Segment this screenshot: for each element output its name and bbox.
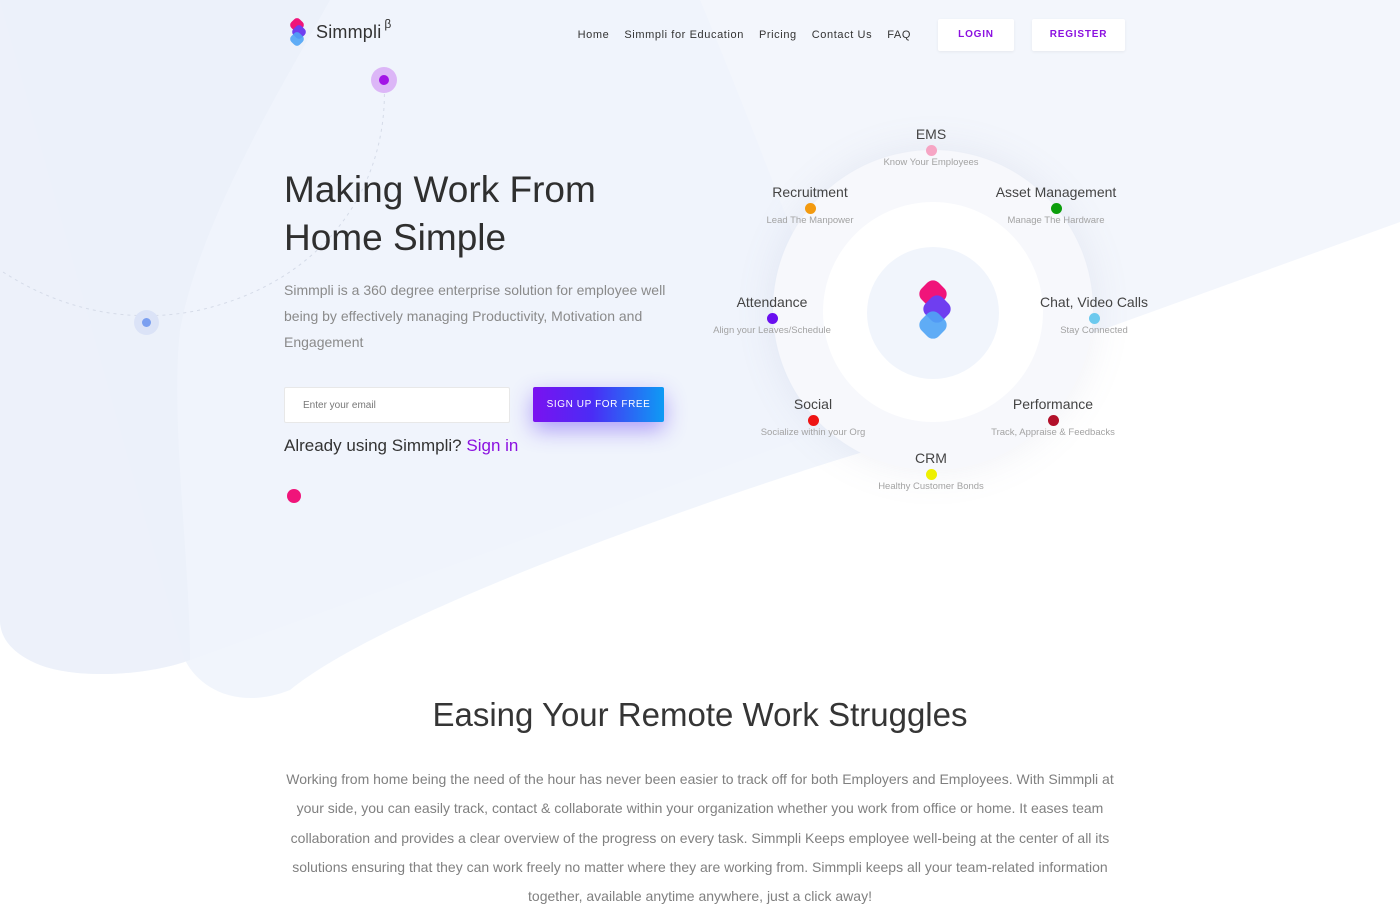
feature-chat-name: Chat, Video Calls bbox=[1040, 294, 1148, 310]
feature-attendance-tagline: Align your Leaves/Schedule bbox=[713, 325, 831, 336]
hero-title: Making Work From Home Simple bbox=[284, 169, 596, 258]
crimson-dot-icon bbox=[1047, 415, 1059, 426]
feature-crm-name: CRM bbox=[915, 450, 947, 466]
feature-recruitment[interactable]: Recruitment Lead The Manpower bbox=[710, 183, 910, 227]
brand-logo[interactable]: Simmpli β bbox=[288, 17, 392, 46]
beta-badge: β bbox=[384, 17, 392, 31]
feature-social-tagline: Socialize within your Org bbox=[760, 427, 866, 438]
feature-crm-tagline: Healthy Customer Bonds bbox=[878, 481, 984, 492]
feature-social[interactable]: Social Socialize within your Org bbox=[713, 395, 913, 439]
simmpli-logo-icon bbox=[290, 18, 306, 46]
feature-asset-name: Asset Management bbox=[995, 184, 1117, 200]
feature-recruitment-name: Recruitment bbox=[772, 184, 848, 200]
decorative-purple-dot-core bbox=[379, 75, 389, 85]
signup-button[interactable]: SIGN UP FOR FREE bbox=[533, 387, 664, 422]
feature-ems-name: EMS bbox=[915, 126, 947, 142]
feature-crm[interactable]: CRM Healthy Customer Bonds bbox=[831, 449, 1031, 493]
signin-line: Already using Simmpli? Sign in bbox=[284, 436, 518, 456]
pink-dot-icon bbox=[925, 145, 937, 156]
nav-pricing[interactable]: Pricing bbox=[759, 19, 797, 51]
register-button[interactable]: REGISTER bbox=[1032, 19, 1125, 51]
top-navigation: Home Simmpli for Education Pricing Conta… bbox=[578, 19, 1125, 51]
feature-performance-name: Performance bbox=[1012, 396, 1094, 412]
email-input[interactable] bbox=[284, 387, 510, 423]
hero-subtitle: Simmpli is a 360 degree enterprise solut… bbox=[284, 282, 666, 350]
feature-performance-tagline: Track, Appraise & Feedbacks bbox=[991, 427, 1115, 438]
feature-recruitment-tagline: Lead The Manpower bbox=[766, 215, 854, 226]
nav-home[interactable]: Home bbox=[578, 19, 610, 51]
purple-dot-icon bbox=[766, 313, 778, 324]
signin-link[interactable]: Sign in bbox=[466, 436, 518, 455]
feature-asset-management[interactable]: Asset Management Manage The Hardware bbox=[956, 183, 1156, 227]
feature-attendance-name: Attendance bbox=[736, 294, 808, 310]
decorative-pink-dot bbox=[287, 489, 301, 503]
login-button[interactable]: LOGIN bbox=[938, 19, 1014, 51]
feature-chat-tagline: Stay Connected bbox=[1060, 325, 1128, 336]
feature-performance[interactable]: Performance Track, Appraise & Feedbacks bbox=[953, 395, 1153, 439]
lightblue-dot-icon bbox=[1088, 313, 1100, 324]
section-title: Easing Your Remote Work Struggles bbox=[432, 696, 968, 733]
red-dot-icon bbox=[807, 415, 819, 426]
decorative-blue-dot-core bbox=[142, 318, 151, 327]
orange-dot-icon bbox=[804, 203, 816, 214]
brand-name: Simmpli bbox=[316, 21, 382, 42]
nav-contact[interactable]: Contact Us bbox=[812, 19, 872, 51]
green-dot-icon bbox=[1050, 203, 1062, 214]
nav-education[interactable]: Simmpli for Education bbox=[624, 19, 744, 51]
section-description: Working from home being the need of the … bbox=[286, 771, 1114, 905]
signin-prompt: Already using Simmpli? bbox=[284, 436, 462, 455]
yellow-dot-icon bbox=[925, 469, 937, 480]
simmpli-center-logo-icon bbox=[919, 280, 951, 339]
nav-faq[interactable]: FAQ bbox=[887, 19, 911, 51]
feature-social-name: Social bbox=[793, 396, 833, 412]
feature-chat[interactable]: Chat, Video Calls Stay Connected bbox=[994, 293, 1194, 337]
feature-ems-tagline: Know Your Employees bbox=[883, 157, 979, 168]
feature-attendance[interactable]: Attendance Align your Leaves/Schedule bbox=[672, 293, 872, 337]
feature-asset-tagline: Manage The Hardware bbox=[1007, 215, 1105, 226]
feature-ems[interactable]: EMS Know Your Employees bbox=[831, 125, 1031, 169]
